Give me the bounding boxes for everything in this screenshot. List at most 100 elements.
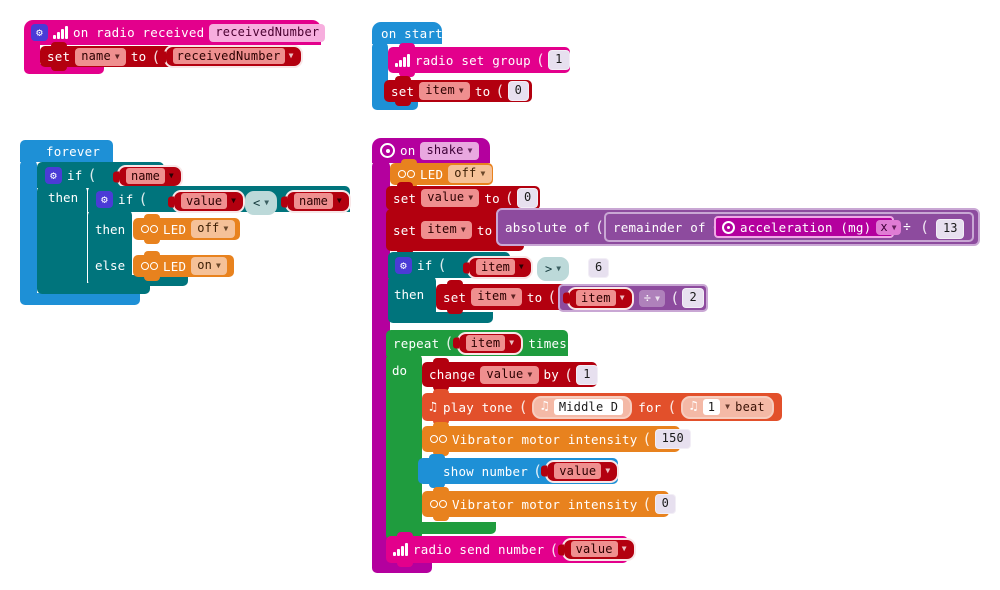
- group-slot: (: [535, 51, 546, 69]
- intensity-slot: (: [642, 430, 652, 448]
- by-label: by: [543, 367, 559, 382]
- set-item-number[interactable]: 0: [507, 81, 530, 101]
- variable-dropdown-item[interactable]: item ▼: [421, 221, 472, 239]
- shake-event-dropdown[interactable]: shake ▼: [420, 141, 479, 160]
- to-keyword: to: [484, 190, 500, 206]
- shake-if-foot: [388, 312, 493, 323]
- show-number-value-reporter[interactable]: value ▼: [545, 459, 620, 483]
- led-state-dropdown[interactable]: on ▼: [191, 257, 228, 275]
- beats-field[interactable]: ♫ 1 ▼ beat: [680, 395, 774, 419]
- goggles-icon: [397, 169, 415, 180]
- variable-dropdown-item[interactable]: item ▼: [419, 82, 470, 100]
- comparison-operator-gt[interactable]: > ▼: [537, 257, 570, 281]
- radio-group-number[interactable]: 1: [548, 50, 570, 70]
- variable-dropdown-name[interactable]: name ▼: [75, 47, 126, 66]
- led-state-dropdown[interactable]: off ▼: [448, 165, 492, 183]
- chevron-down-icon: ▼: [891, 222, 897, 232]
- chevron-down-icon: ▼: [458, 86, 464, 95]
- led-label: LED: [163, 258, 187, 274]
- set-name-block[interactable]: set name ▼ to ( receivedNumber ▼: [40, 42, 303, 71]
- chevron-down-icon: ▼: [480, 169, 486, 178]
- chevron-down-icon: ▼: [114, 51, 120, 61]
- if-label: if: [417, 257, 433, 273]
- variable-dropdown-value[interactable]: value ▼: [421, 189, 480, 207]
- change-value-number[interactable]: 1: [576, 364, 598, 385]
- grid-icon: [28, 145, 41, 158]
- value-slot: (: [495, 82, 505, 100]
- gear-icon[interactable]: ⚙: [395, 256, 412, 274]
- chevron-down-icon: ▼: [467, 145, 473, 155]
- play-tone-block[interactable]: ♫ play tone ( ♫ Middle D for ( ♫ 1 ▼ beat: [422, 389, 782, 425]
- play-tone-label: play tone: [443, 399, 513, 415]
- chevron-down-icon: ▼: [621, 544, 627, 553]
- radio-send-label: radio send number: [413, 542, 545, 557]
- divisor-slot: (: [920, 218, 930, 236]
- on-shake-event-block[interactable]: on shake ▼: [372, 138, 490, 163]
- led-off-block[interactable]: LED off ▼: [133, 214, 240, 244]
- chevron-down-icon: ▼: [518, 262, 524, 271]
- radio-set-group-block[interactable]: radio set group ( 1: [388, 43, 570, 77]
- chevron-down-icon: ▼: [168, 171, 174, 180]
- divisor-number[interactable]: 13: [936, 219, 965, 239]
- music-note-icon: ♫: [429, 399, 438, 415]
- acceleration-axis-dropdown[interactable]: x ▼: [876, 219, 901, 235]
- set-item-div-block[interactable]: set item ▼ to (: [436, 280, 578, 314]
- vibrator-150-block[interactable]: Vibrator motor intensity ( 150: [422, 422, 691, 456]
- divide-reporter[interactable]: item ▼ ÷ ▼ ( 2: [558, 284, 708, 312]
- led-state-dropdown[interactable]: off ▼: [191, 220, 235, 238]
- change-value-block[interactable]: change value ▼ by ( 1: [422, 358, 598, 391]
- do-label: do: [392, 363, 408, 378]
- radio-signal-icon: [395, 53, 410, 67]
- set-value-number[interactable]: 0: [517, 188, 539, 208]
- shake-then-label: then: [394, 287, 425, 302]
- set-item-start-block[interactable]: set item ▼ to ( 0: [384, 76, 532, 106]
- divide-left-item[interactable]: item ▼: [567, 286, 634, 310]
- show-number-block[interactable]: show number ( value ▼: [418, 454, 620, 488]
- by-slot: (: [563, 365, 574, 384]
- repeat-head[interactable]: repeat ( item ▼ times: [386, 330, 568, 356]
- chevron-down-icon: ▼: [510, 292, 516, 301]
- repeat-count-item[interactable]: item ▼: [456, 331, 524, 355]
- vibrator-intensity-number[interactable]: 0: [654, 494, 677, 514]
- chevron-down-icon: ▼: [288, 51, 294, 60]
- change-keyword: change: [429, 367, 476, 382]
- condition-left-value[interactable]: value ▼: [172, 190, 245, 213]
- shake-cond-right-number[interactable]: 6: [588, 258, 610, 278]
- acceleration-reporter[interactable]: acceleration (mg) x ▼: [714, 216, 901, 238]
- variable-dropdown-item[interactable]: item ▼: [471, 288, 522, 306]
- outer-if-condition-name[interactable]: name ▼: [117, 165, 183, 188]
- vibrator-0-block[interactable]: Vibrator motor intensity ( 0: [422, 487, 677, 521]
- on-start-event-block[interactable]: on start: [372, 22, 443, 44]
- variable-dropdown-value[interactable]: value ▼: [480, 365, 539, 384]
- on-start-label: on start: [381, 25, 443, 41]
- gear-icon[interactable]: ⚙: [31, 24, 48, 41]
- remainder-of-label: remainder of: [613, 219, 706, 235]
- blocks-workspace[interactable]: ⚙ on radio received receivedNumber set n…: [0, 0, 1000, 590]
- forever-head[interactable]: forever: [20, 140, 113, 162]
- divide-operator-dropdown[interactable]: ÷ ▼: [638, 289, 666, 307]
- received-number-reporter[interactable]: receivedNumber ▼: [163, 45, 303, 68]
- on-radio-received-event-block[interactable]: ⚙ on radio received receivedNumber: [24, 20, 326, 45]
- chevron-down-icon: ▼: [264, 198, 270, 207]
- vibrator-intensity-number[interactable]: 150: [654, 429, 691, 449]
- comparison-operator-lt[interactable]: < ▼: [245, 191, 278, 215]
- forever-left-arm: [20, 160, 37, 300]
- received-number-param[interactable]: receivedNumber: [209, 23, 326, 42]
- if-label: if: [118, 191, 134, 207]
- radio-send-value-reporter[interactable]: value ▼: [561, 538, 636, 561]
- radio-send-number-block[interactable]: radio send number ( value ▼: [386, 532, 636, 567]
- on-keyword: on: [400, 143, 416, 158]
- shake-cond-left-item[interactable]: item ▼: [467, 256, 533, 279]
- chevron-down-icon: ▼: [527, 369, 533, 379]
- condition-right-name[interactable]: name ▼: [285, 190, 351, 213]
- note-field[interactable]: ♫ Middle D: [531, 395, 633, 419]
- gear-icon[interactable]: ⚙: [96, 190, 113, 208]
- absolute-of-label: absolute of: [505, 219, 590, 235]
- outer-then-label: then: [48, 190, 79, 205]
- acceleration-label: acceleration (mg): [740, 219, 872, 235]
- divide-right-number[interactable]: 2: [682, 288, 704, 308]
- led-on-block[interactable]: LED on ▼: [133, 251, 234, 281]
- gear-icon[interactable]: ⚙: [45, 166, 62, 184]
- forever-label: forever: [46, 143, 101, 159]
- chevron-down-icon: ▼: [223, 224, 229, 233]
